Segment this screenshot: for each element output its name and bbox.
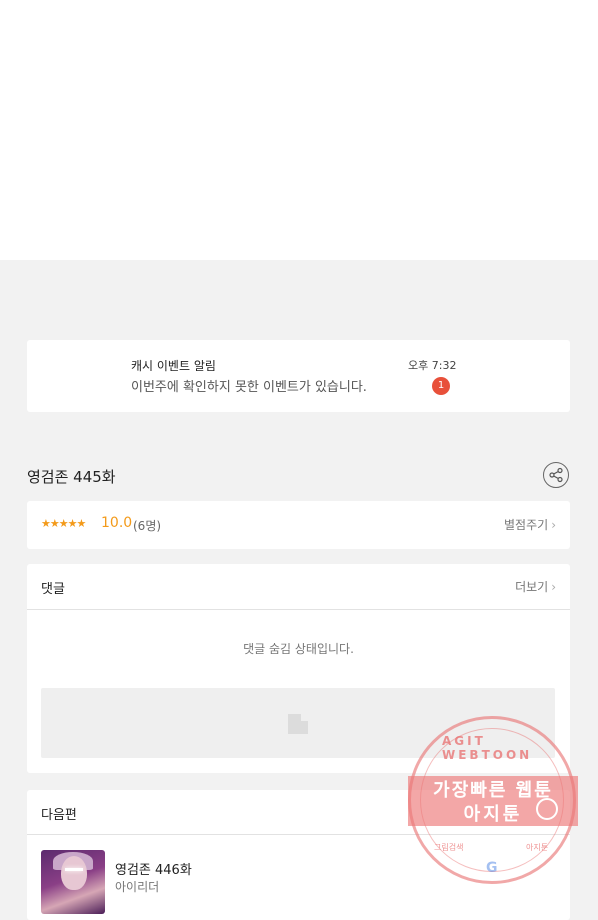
notification-card[interactable]: 캐시 이벤트 알림 이번주에 확인하지 못한 이벤트가 있습니다. 오후 7:3… <box>27 340 570 412</box>
rate-button[interactable]: 별점주기 › <box>504 516 556 533</box>
share-button[interactable] <box>543 462 569 488</box>
next-episode-section: 다음편 영검존 446화 아이리더 <box>27 790 570 920</box>
next-episode-title[interactable]: 영검존 446화 <box>115 859 192 878</box>
comments-hidden-notice: 댓글 숨김 상태입니다. <box>243 642 354 656</box>
rate-button-label: 별점주기 <box>504 518 549 532</box>
rating-count: (6명) <box>133 519 162 533</box>
notification-badge: 1 <box>432 377 450 395</box>
comments-more-link[interactable]: 더보기 › <box>515 578 556 595</box>
content-area-blank <box>0 0 598 260</box>
ad-placeholder[interactable] <box>41 688 555 758</box>
chevron-right-icon: › <box>551 580 556 594</box>
next-episode-author: 아이리더 <box>115 880 160 894</box>
notification-time: 오후 7:32 <box>408 359 457 372</box>
comments-section: 댓글 더보기 › 댓글 숨김 상태입니다. <box>27 564 570 773</box>
notification-title: 캐시 이벤트 알림 <box>131 359 216 373</box>
rating-card: ★★★★★ 10.0 (6명) 별점주기 › <box>27 501 570 549</box>
episode-title: 영검존 445화 <box>27 468 116 486</box>
next-episode-thumbnail[interactable] <box>41 850 105 914</box>
chevron-right-icon: › <box>551 518 556 532</box>
comments-more-label: 더보기 <box>515 580 549 594</box>
comments-title: 댓글 <box>41 582 65 597</box>
rating-score: 10.0 <box>101 515 133 531</box>
image-placeholder-icon <box>288 714 308 734</box>
rating-stars: ★★★★★ <box>41 517 86 530</box>
next-episode-header: 다음편 <box>27 790 570 835</box>
next-episode-header-label: 다음편 <box>41 808 77 823</box>
share-icon <box>549 467 563 483</box>
comments-header: 댓글 더보기 › <box>27 564 570 610</box>
notification-message: 이번주에 확인하지 못한 이벤트가 있습니다. <box>131 380 367 395</box>
